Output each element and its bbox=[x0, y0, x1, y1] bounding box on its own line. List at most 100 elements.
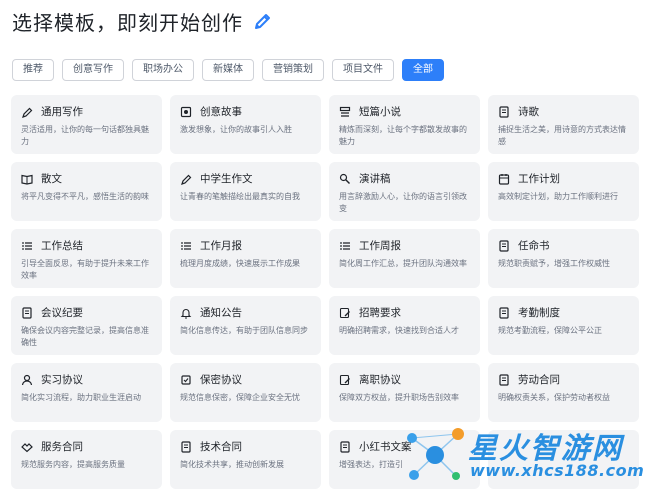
template-card[interactable]: 招聘要求 明确招聘需求，快速找到合适人才 bbox=[329, 296, 480, 355]
template-card-title: 劳动合同 bbox=[518, 374, 560, 386]
template-card-header: 通知公告 bbox=[180, 305, 311, 320]
template-card[interactable]: 技术合同简化技术共享，推动创新发展 bbox=[170, 430, 321, 489]
page-title: 选择模板，即刻开始创作 bbox=[12, 10, 243, 35]
template-card-description: 保障双方权益，提升职场告别效率 bbox=[339, 393, 459, 402]
doc-icon bbox=[498, 373, 510, 386]
template-card-header: 考勤制度 bbox=[498, 305, 629, 320]
template-card-description: 确保会议内容完整记录，提高信息准确性 bbox=[21, 326, 149, 347]
template-card[interactable]: 工作月报 梳理月度成绩，快速展示工作成果 bbox=[170, 229, 321, 288]
template-card-description: 让青春的笔触描绘出最真实的自我 bbox=[180, 192, 300, 201]
doc-icon bbox=[339, 440, 351, 453]
template-card-header bbox=[498, 439, 629, 454]
template-card-header: 劳动合同 bbox=[498, 372, 629, 387]
template-card-title: 考勤制度 bbox=[518, 307, 560, 319]
tab-all[interactable]: 全部 bbox=[402, 59, 444, 81]
doc-icon bbox=[498, 306, 510, 319]
template-card-description: 规范职责赋予，增强工作权威性 bbox=[498, 259, 610, 268]
tab-creative-writing[interactable]: 创意写作 bbox=[62, 59, 124, 81]
template-card[interactable]: 中学生作文让青春的笔触描绘出最真实的自我 bbox=[170, 162, 321, 221]
template-card[interactable]: 实习协议简化实习流程，助力职业生涯启动 bbox=[11, 363, 162, 422]
tab-recommend[interactable]: 推荐 bbox=[12, 59, 54, 81]
template-card-header: 工作月报 bbox=[180, 238, 311, 253]
list-icon bbox=[180, 240, 192, 252]
template-card[interactable]: 短篇小说 精炼而深刻，让每个字都散发故事的魅力 bbox=[329, 95, 480, 154]
template-card[interactable]: 散文 将平凡变得不平凡，感悟生活的韵味 bbox=[11, 162, 162, 221]
template-card[interactable]: 工作总结引导全面反思，有助于提升未来工作效率 bbox=[11, 229, 162, 288]
template-card[interactable]: 任命书规范职责赋予，增强工作权威性 bbox=[488, 229, 639, 288]
template-card-title: 通用写作 bbox=[41, 106, 83, 118]
template-card[interactable]: 工作计划高效制定计划，助力工作顺利进行 bbox=[488, 162, 639, 221]
template-card-description: 精炼而深刻，让每个字都散发故事的魅力 bbox=[339, 125, 467, 146]
template-card[interactable]: 会议纪要确保会议内容完整记录，提高信息准确性 bbox=[11, 296, 162, 355]
template-card-header: 技术合同 bbox=[180, 439, 311, 454]
template-card-header: 会议纪要 bbox=[21, 305, 152, 320]
template-grid: 通用写作灵活适用，让你的每一句话都独具魅力 创意故事 激发想象，让你的故事引人入胜短… bbox=[11, 95, 639, 489]
template-card-description: 增强表达，打造引 bbox=[339, 460, 403, 469]
template-card-description: 引导全面反思，有助于提升未来工作效率 bbox=[21, 259, 149, 280]
tab-new-media[interactable]: 新媒体 bbox=[202, 59, 254, 81]
bell-icon bbox=[180, 307, 192, 319]
template-card-header: 诗歌 bbox=[498, 104, 629, 119]
template-card-title: 工作月报 bbox=[200, 240, 242, 252]
template-card-header: 小红书文案 bbox=[339, 439, 470, 454]
novel-icon bbox=[339, 106, 351, 118]
template-card-title: 诗歌 bbox=[518, 106, 539, 118]
template-card[interactable]: 通用写作灵活适用，让你的每一句话都独具魅力 bbox=[11, 95, 162, 154]
template-card-title: 工作总结 bbox=[41, 240, 83, 252]
template-card[interactable]: 保密协议 规范信息保密，保障企业安全无忧 bbox=[170, 363, 321, 422]
template-card[interactable]: 工作周报 简化周工作汇总，提升团队沟通效率 bbox=[329, 229, 480, 288]
template-card[interactable] bbox=[488, 430, 639, 489]
template-card-title: 技术合同 bbox=[200, 441, 242, 453]
book-icon bbox=[180, 106, 192, 118]
template-card-description: 简化信息传达，有助于团队信息同步 bbox=[180, 326, 308, 335]
pencil-icon[interactable] bbox=[253, 11, 273, 31]
speech-icon bbox=[339, 173, 351, 185]
template-card[interactable]: 劳动合同 明确权责关系，保护劳动者权益 bbox=[488, 363, 639, 422]
calendar-icon bbox=[498, 173, 510, 185]
edit-icon bbox=[339, 374, 351, 386]
template-card[interactable]: 服务合同规范服务内容，提高服务质量 bbox=[11, 430, 162, 489]
template-card-header: 工作总结 bbox=[21, 238, 152, 253]
tab-project-docs[interactable]: 项目文件 bbox=[332, 59, 394, 81]
template-card-title: 工作计划 bbox=[518, 173, 560, 185]
template-card-title: 任命书 bbox=[518, 240, 550, 252]
template-card-title: 小红书文案 bbox=[359, 441, 412, 453]
template-card-title: 保密协议 bbox=[200, 374, 242, 386]
category-tabs: 推荐 创意写作 职场办公 新媒体 营销策划 项目文件 全部 bbox=[12, 59, 444, 81]
template-card[interactable]: 诗歌 捕捉生活之美，用诗意的方式表达情感 bbox=[488, 95, 639, 154]
template-card-title: 服务合同 bbox=[41, 441, 83, 453]
tab-marketing[interactable]: 营销策划 bbox=[262, 59, 324, 81]
template-card-title: 中学生作文 bbox=[200, 173, 253, 185]
template-card-title: 创意故事 bbox=[200, 106, 242, 118]
template-card-description: 简化实习流程，助力职业生涯启动 bbox=[21, 393, 141, 402]
template-card-description: 规范考勤流程，保障公平公正 bbox=[498, 326, 602, 335]
handshake-icon bbox=[21, 441, 33, 453]
pen-icon bbox=[21, 106, 33, 118]
template-card-description: 灵活适用，让你的每一句话都独具魅力 bbox=[21, 125, 149, 146]
template-card-description: 高效制定计划，助力工作顺利进行 bbox=[498, 192, 618, 201]
template-card-title: 实习协议 bbox=[41, 374, 83, 386]
template-card-description: 规范服务内容，提高服务质量 bbox=[21, 460, 125, 469]
template-card[interactable]: 小红书文案增强表达，打造引 bbox=[329, 430, 480, 489]
template-card-header: 通用写作 bbox=[21, 104, 152, 119]
template-card-title: 会议纪要 bbox=[41, 307, 83, 319]
template-card[interactable]: 考勤制度规范考勤流程，保障公平公正 bbox=[488, 296, 639, 355]
user-icon bbox=[21, 374, 33, 386]
pen-icon bbox=[180, 173, 192, 185]
template-card-header: 实习协议 bbox=[21, 372, 152, 387]
template-card-header: 保密协议 bbox=[180, 372, 311, 387]
template-card[interactable]: 离职协议 保障双方权益，提升职场告别效率 bbox=[329, 363, 480, 422]
tab-office[interactable]: 职场办公 bbox=[132, 59, 194, 81]
template-card-header: 工作周报 bbox=[339, 238, 470, 253]
template-card-description: 简化技术共享，推动创新发展 bbox=[180, 460, 284, 469]
template-card-description: 用言辞激励人心，让你的语言引领改变 bbox=[339, 192, 467, 213]
template-card-title: 通知公告 bbox=[200, 307, 242, 319]
template-card-header: 服务合同 bbox=[21, 439, 152, 454]
doc-icon bbox=[498, 105, 510, 118]
template-card-header: 中学生作文 bbox=[180, 171, 311, 186]
template-card[interactable]: 创意故事 激发想象，让你的故事引人入胜 bbox=[170, 95, 321, 154]
template-card-header: 工作计划 bbox=[498, 171, 629, 186]
template-card[interactable]: 通知公告简化信息传达，有助于团队信息同步 bbox=[170, 296, 321, 355]
template-card-title: 散文 bbox=[41, 173, 62, 185]
template-card[interactable]: 演讲稿 用言辞激励人心，让你的语言引领改变 bbox=[329, 162, 480, 221]
